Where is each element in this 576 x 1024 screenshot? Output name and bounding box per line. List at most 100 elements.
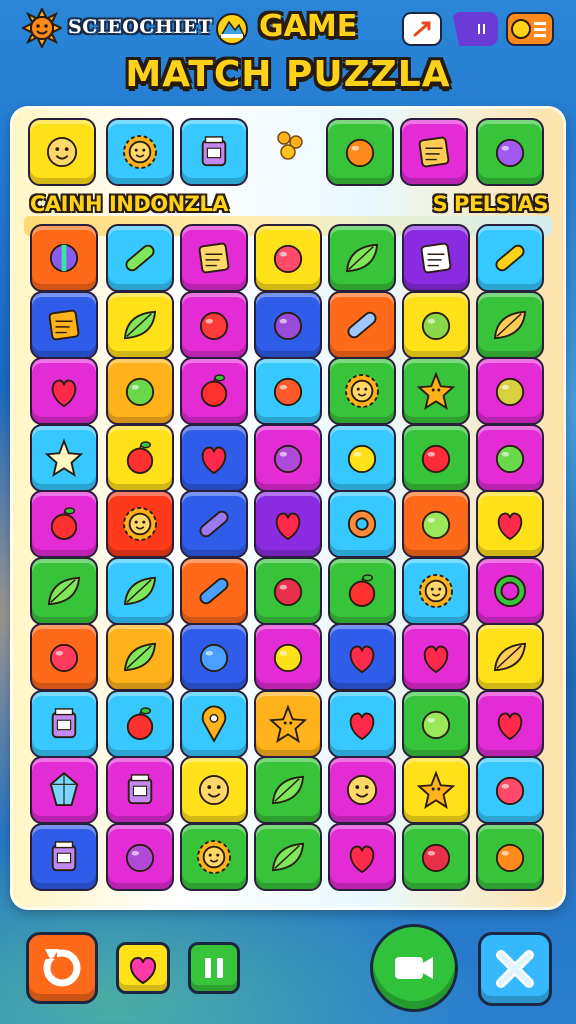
grid-tile[interactable] — [476, 357, 544, 425]
heart-icon — [201, 446, 227, 474]
grid-tile[interactable] — [180, 756, 248, 824]
map-icon — [198, 242, 230, 274]
grid-tile[interactable] — [254, 423, 322, 492]
grid-tile[interactable] — [180, 689, 248, 758]
top-row-tile[interactable] — [180, 118, 248, 186]
grid-tile[interactable] — [106, 224, 174, 292]
top-row-tile[interactable] — [476, 118, 544, 186]
grid-tile[interactable] — [30, 822, 98, 891]
grid-tile[interactable] — [328, 423, 396, 492]
grid-tile[interactable] — [180, 357, 248, 425]
grid-tile[interactable] — [106, 490, 174, 558]
grid-tile[interactable] — [402, 689, 470, 758]
bonus-coins-icon — [277, 131, 303, 160]
grid-tile[interactable] — [30, 224, 98, 292]
purple-face-icon — [495, 138, 525, 168]
grid-tile[interactable] — [402, 556, 470, 625]
top-row-tile[interactable] — [326, 118, 394, 186]
grid-tile[interactable] — [476, 689, 544, 758]
grid-tile[interactable] — [106, 357, 174, 425]
blue-face-icon — [199, 643, 229, 673]
grid-tile[interactable] — [30, 623, 98, 691]
pause-button[interactable] — [188, 942, 240, 994]
grid-tile[interactable] — [180, 822, 248, 891]
grid-tile[interactable] — [328, 756, 396, 824]
top-bar: SCIEOCHIET GAME — [0, 0, 576, 56]
leaf-star-icon — [345, 243, 379, 273]
grid-tile[interactable] — [476, 490, 544, 558]
grid-tile[interactable] — [476, 423, 544, 492]
grid-tile[interactable] — [328, 623, 396, 691]
grid-tile[interactable] — [30, 756, 98, 824]
grid-tile[interactable] — [254, 490, 322, 558]
grid-tile[interactable] — [106, 623, 174, 691]
grid-tile[interactable] — [30, 689, 98, 758]
menu-button[interactable] — [506, 12, 554, 46]
grid-tile[interactable] — [402, 490, 470, 558]
grid-tile[interactable] — [328, 822, 396, 891]
broccoli-icon — [271, 775, 305, 805]
grid-tile[interactable] — [254, 822, 322, 891]
grid-tile[interactable] — [476, 822, 544, 891]
berry-icon — [421, 843, 451, 872]
grid-tile[interactable] — [254, 689, 322, 758]
grid-tile[interactable] — [476, 623, 544, 691]
close-icon — [496, 950, 534, 988]
grid-tile[interactable] — [476, 756, 544, 824]
melon-icon — [495, 377, 525, 407]
grid-tile[interactable] — [30, 490, 98, 558]
grid-tile[interactable] — [254, 357, 322, 425]
grid-tile[interactable] — [30, 423, 98, 492]
grid-tile[interactable] — [402, 423, 470, 492]
grid-tile[interactable] — [476, 224, 544, 292]
grid-tile[interactable] — [180, 623, 248, 691]
grid-tile[interactable] — [180, 556, 248, 625]
grid-tile[interactable] — [106, 756, 174, 824]
grid-tile[interactable] — [106, 822, 174, 891]
top-row-tile[interactable] — [28, 118, 96, 186]
grid-tile[interactable] — [402, 357, 470, 425]
restart-button[interactable] — [26, 932, 98, 1004]
video-reward-button[interactable] — [370, 924, 458, 1012]
grid-tile[interactable] — [476, 290, 544, 359]
flag-button[interactable] — [452, 12, 498, 46]
grid-tile[interactable] — [328, 224, 396, 292]
share-button[interactable] — [402, 12, 442, 46]
grid-tile[interactable] — [254, 290, 322, 359]
grid-tile[interactable] — [402, 290, 470, 359]
grid-tile[interactable] — [402, 756, 470, 824]
grid-tile[interactable] — [30, 556, 98, 625]
happy-face-icon — [46, 136, 78, 168]
grid-tile[interactable] — [180, 290, 248, 359]
grid-tile[interactable] — [402, 822, 470, 891]
grid-tile[interactable] — [328, 689, 396, 758]
top-row-tile[interactable] — [400, 118, 468, 186]
menu-icon — [511, 19, 546, 39]
grid-tile[interactable] — [106, 423, 174, 492]
grid-tile[interactable] — [106, 689, 174, 758]
grid-tile[interactable] — [106, 290, 174, 359]
grid-tile[interactable] — [476, 556, 544, 625]
heart-icon — [497, 512, 523, 541]
close-button[interactable] — [478, 932, 552, 1006]
grid-tile[interactable] — [328, 290, 396, 359]
heart-icon — [51, 379, 77, 408]
grid-tile[interactable] — [402, 224, 470, 292]
grid-tile[interactable] — [180, 423, 248, 492]
top-row-tile[interactable] — [106, 118, 174, 186]
grid-tile[interactable] — [254, 556, 322, 625]
grid-tile[interactable] — [30, 357, 98, 425]
grid-tile[interactable] — [328, 357, 396, 425]
grid-tile[interactable] — [328, 556, 396, 625]
grid-tile[interactable] — [180, 224, 248, 292]
grid-tile[interactable] — [254, 756, 322, 824]
lives-button[interactable] — [116, 942, 170, 994]
grid-tile[interactable] — [254, 623, 322, 691]
grid-tile[interactable] — [30, 290, 98, 359]
grid-tile[interactable] — [402, 623, 470, 691]
grid-tile[interactable] — [254, 224, 322, 292]
grid-tile[interactable] — [106, 556, 174, 625]
grid-tile[interactable] — [180, 490, 248, 558]
grid-tile[interactable] — [328, 490, 396, 558]
apple-icon — [50, 507, 78, 540]
